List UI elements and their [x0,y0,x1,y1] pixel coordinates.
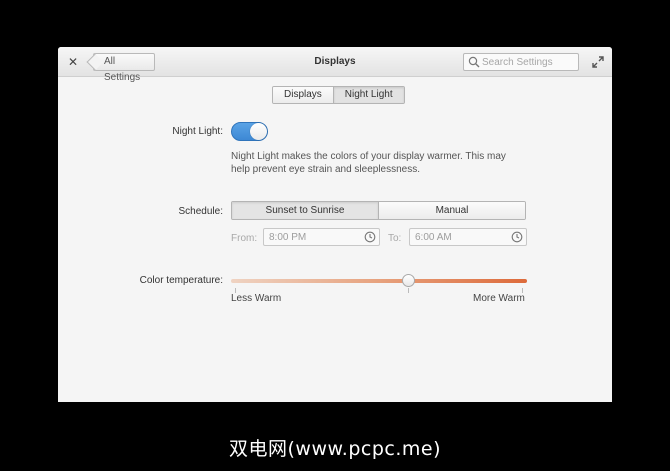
more-warm-label: More Warm [473,293,525,304]
less-warm-label: Less Warm [231,293,282,304]
to-time-field[interactable]: 6:00 AM [409,228,527,246]
schedule-option-manual[interactable]: Manual [378,202,525,219]
color-temperature-slider[interactable] [231,271,527,291]
slider-track [231,279,527,283]
search-field[interactable] [463,53,579,71]
to-label: To: [388,233,402,244]
from-label: From: [231,233,258,244]
from-time-value: 8:00 PM [269,232,307,243]
schedule-mode-switcher: Sunset to Sunrise Manual [231,201,526,220]
schedule-label: Schedule: [178,206,223,217]
clock-icon [364,231,376,243]
tab-displays[interactable]: Displays [273,87,333,103]
maximize-icon[interactable] [592,56,604,68]
clock-icon [511,231,523,243]
night-light-toggle[interactable] [231,122,268,141]
night-light-description: Night Light makes the colors of your dis… [231,151,506,175]
tab-night-light[interactable]: Night Light [332,87,404,103]
color-temperature-label: Color temperature: [139,275,223,286]
to-time-value: 6:00 AM [415,232,452,243]
slider-tick-mark [408,288,409,293]
view-switcher: Displays Night Light [272,86,405,104]
search-input[interactable] [482,55,576,69]
slider-handle[interactable] [402,274,415,287]
night-light-label: Night Light: [172,126,223,137]
from-time-field[interactable]: 8:00 PM [263,228,380,246]
toggle-knob [250,123,267,140]
search-icon [468,56,480,68]
schedule-option-sunset-to-sunrise[interactable]: Sunset to Sunrise [232,202,378,219]
settings-window: ✕ All Settings Displays Displays Night L… [58,47,612,402]
titlebar: ✕ All Settings Displays [58,47,612,83]
watermark-caption: 双电网(www.pcpc.me) [229,438,441,460]
